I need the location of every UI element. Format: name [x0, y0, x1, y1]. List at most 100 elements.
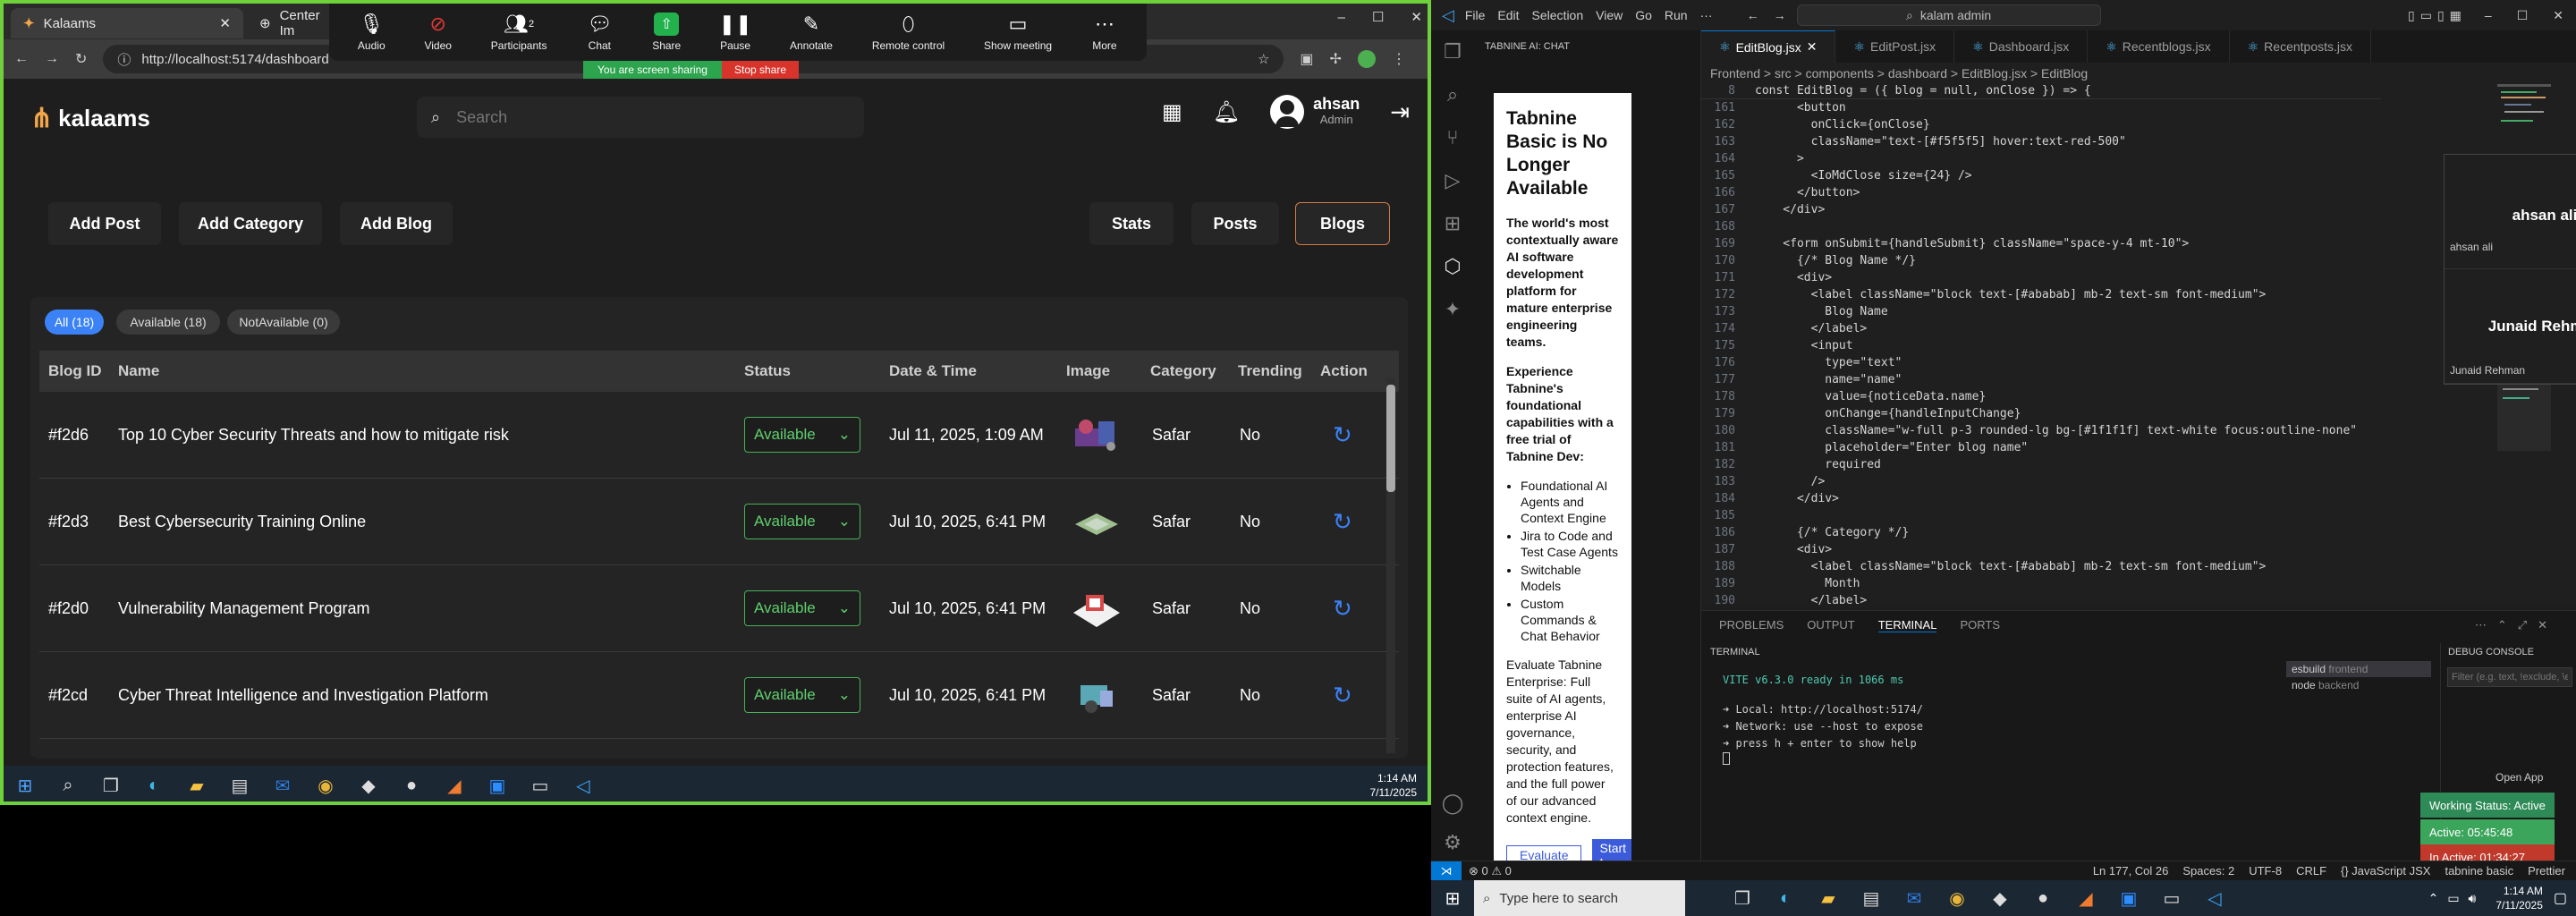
pause-button[interactable]: ❚❚ Pause	[719, 13, 752, 52]
code-line[interactable]: 168	[1701, 218, 2381, 235]
app-icon[interactable]: ◆	[1979, 878, 2021, 916]
maximize-icon[interactable]: ☐	[1372, 9, 1384, 25]
close-window-icon[interactable]: ✕	[1411, 9, 1422, 25]
file-explorer-icon[interactable]: ▰	[1807, 878, 1850, 916]
code-line[interactable]: 183 />	[1701, 473, 2381, 490]
menu-run[interactable]: Run	[1665, 8, 1688, 22]
minimize-icon[interactable]: –	[2485, 8, 2492, 22]
code-line[interactable]: 177 name="name"	[1701, 371, 2381, 388]
code-line[interactable]: 185	[1701, 507, 2381, 524]
browser-tab-center[interactable]: ⊕ Center Im	[247, 8, 336, 38]
code-line[interactable]: 174 </label>	[1701, 320, 2381, 337]
terminal-icon[interactable]: ▭	[519, 766, 562, 802]
status-select[interactable]: Available ⌄	[744, 677, 860, 713]
refresh-icon[interactable]: ↻	[1333, 652, 1352, 738]
search-icon[interactable]: ⌕	[1431, 73, 1474, 116]
vscode-icon[interactable]: ◁	[2193, 878, 2236, 916]
menu-selection[interactable]: Selection	[1532, 8, 1584, 22]
browser-menu-icon[interactable]: ⋮	[1392, 50, 1406, 68]
more-button[interactable]: ⋯ More	[1091, 13, 1118, 52]
minimize-icon[interactable]: –	[1338, 10, 1345, 25]
chrome-icon[interactable]: ◉	[304, 766, 347, 802]
participant-tile[interactable]: Junaid Rehman Junaid Rehman	[2445, 269, 2576, 384]
code-editor[interactable]: 8 const EditBlog = ({ blog = null, onClos…	[1701, 82, 2381, 609]
menu-view[interactable]: View	[1596, 8, 1623, 22]
zoom-icon[interactable]: ▣	[2107, 878, 2150, 916]
status-select[interactable]: Available ⌄	[744, 504, 860, 539]
code-line[interactable]: 162 onClick={onClose}	[1701, 116, 2381, 133]
blogs-button[interactable]: Blogs	[1295, 202, 1390, 245]
cursor-position[interactable]: Ln 177, Col 26	[2093, 864, 2169, 878]
code-line[interactable]: 182 required	[1701, 456, 2381, 473]
code-line[interactable]: 181 placeholder="Enter blog name"	[1701, 439, 2381, 456]
code-line[interactable]: 184 </div>	[1701, 490, 2381, 507]
grid-icon[interactable]: ▦	[1162, 99, 1182, 125]
chat-button[interactable]: 💬︎ Chat	[586, 13, 613, 52]
posts-button[interactable]: Posts	[1191, 202, 1279, 245]
tabnine-status[interactable]: tabnine basic	[2445, 864, 2513, 878]
code-line[interactable]: 166 </button>	[1701, 184, 2381, 201]
terminal-list-item[interactable]: esbuild frontend	[2286, 661, 2431, 677]
edge-icon[interactable]: ◐	[132, 766, 175, 802]
logo[interactable]: ⋔ kalaams	[30, 103, 150, 134]
stats-button[interactable]: Stats	[1089, 202, 1174, 245]
breadcrumb[interactable]: Frontend > src > components > dashboard …	[1710, 66, 2088, 81]
explorer-icon[interactable]: ❐	[1431, 30, 1474, 73]
add-post-button[interactable]: Add Post	[48, 202, 161, 245]
close-tab-icon[interactable]: ✕	[1807, 39, 1818, 55]
participant-tile[interactable]: ahsan ali ahsan ali	[2445, 155, 2576, 269]
bookmark-star-icon[interactable]: ☆	[1258, 51, 1269, 67]
back-icon[interactable]: ←	[1747, 8, 1759, 22]
share-button[interactable]: ⇧ Share	[652, 13, 681, 52]
outlook-icon[interactable]: ✉	[261, 766, 304, 802]
panel-controls[interactable]: ⋯⌃⤢✕	[2475, 618, 2558, 632]
editor-tab[interactable]: ⚛ Recentposts.jsx	[2230, 30, 2371, 63]
source-control-icon[interactable]: ⑂	[1431, 116, 1474, 159]
panel-tab-output[interactable]: OUTPUT	[1807, 618, 1854, 632]
code-line[interactable]: 164 >	[1701, 150, 2381, 167]
back-icon[interactable]: ←	[14, 51, 29, 67]
indentation[interactable]: Spaces: 2	[2182, 864, 2234, 878]
notification-icon[interactable]: ▢	[2554, 889, 2567, 907]
task-view-icon[interactable]: ❐	[1721, 878, 1764, 916]
panel-tab-ports[interactable]: PORTS	[1960, 618, 2000, 632]
menu-edit[interactable]: Edit	[1497, 8, 1519, 22]
open-app-button[interactable]: Open App	[2496, 771, 2543, 784]
forward-icon[interactable]: →	[45, 51, 59, 67]
annotate-button[interactable]: ✎ Annotate	[790, 13, 833, 52]
bell-icon[interactable]: 🔔︎	[1213, 99, 1240, 125]
forward-icon[interactable]: →	[1774, 8, 1786, 22]
code-line[interactable]: 190 </label>	[1701, 592, 2381, 609]
terminal-view[interactable]: TERMINAL VITE v6.3.0 ready in 1066 ms ➜ …	[1701, 643, 2277, 861]
code-line[interactable]: 170 {/* Blog Name */}	[1701, 252, 2381, 269]
participants-button[interactable]: 👥︎ 2 Participants	[491, 13, 547, 52]
profile-icon[interactable]	[1357, 50, 1376, 68]
code-line[interactable]: 172 <label className="block text-[#ababa…	[1701, 286, 2381, 303]
maximize-icon[interactable]: ☐	[2517, 8, 2529, 23]
terminal-icon[interactable]: ▭	[2150, 878, 2193, 916]
puzzle-icon[interactable]: ✢	[1330, 50, 1342, 68]
video-button[interactable]: ⊘ Video	[424, 13, 451, 52]
tabnine-icon[interactable]: ⬡	[1431, 245, 1474, 288]
app-icon[interactable]: ●	[390, 766, 433, 802]
refresh-icon[interactable]: ↻	[1333, 479, 1352, 564]
code-line[interactable]: 161 <button	[1701, 99, 2381, 116]
app-icon[interactable]: ◆	[347, 766, 390, 802]
search-icon[interactable]: ⌕	[47, 766, 89, 802]
chrome-icon[interactable]: ◉	[1936, 878, 1979, 916]
stop-share-button[interactable]: Stop share	[721, 61, 800, 81]
show-meeting-button[interactable]: ▭ Show meeting	[984, 13, 1052, 52]
logout-icon[interactable]: ⇥	[1390, 98, 1410, 126]
reload-icon[interactable]: ↻	[75, 50, 87, 68]
tray-icons[interactable]: ⌃▭🔊︎	[2428, 891, 2486, 906]
menu-file[interactable]: File	[1465, 8, 1486, 22]
start-trial-button[interactable]: Start t	[1592, 839, 1631, 861]
edge-icon[interactable]: ◐	[1764, 878, 1807, 916]
code-line[interactable]: 176 type="text"	[1701, 354, 2381, 371]
code-line[interactable]: 186 {/* Category */}	[1701, 524, 2381, 541]
code-line[interactable]: 180 className="w-full p-3 rounded-lg bg-…	[1701, 422, 2381, 439]
close-window-icon[interactable]: ✕	[2553, 8, 2563, 23]
code-line[interactable]: 188 <label className="block text-[#ababa…	[1701, 558, 2381, 575]
layout-icons[interactable]: ▯▭▯▦	[2408, 8, 2467, 23]
language-mode[interactable]: {} JavaScript JSX	[2341, 864, 2430, 878]
